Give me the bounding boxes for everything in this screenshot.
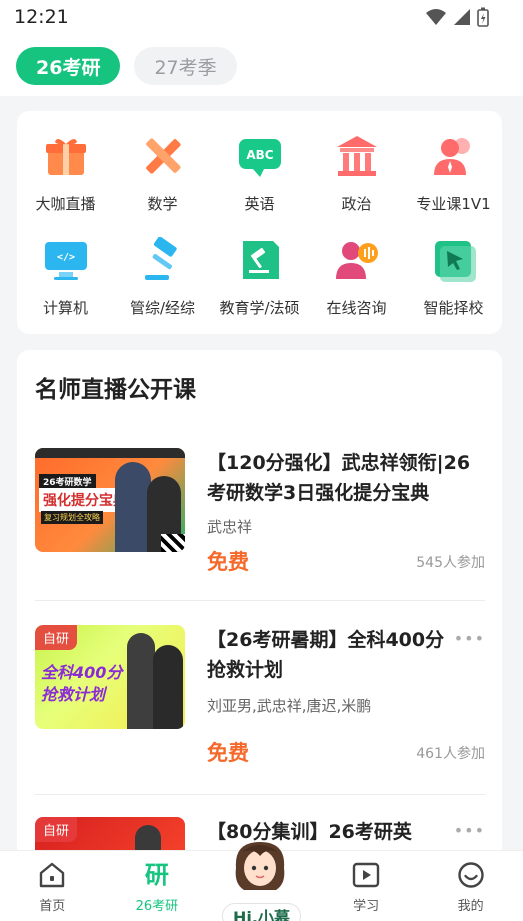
battery-icon: [477, 7, 489, 27]
consult-icon: [335, 242, 378, 279]
thumb-subline: 复习规划全攻略: [41, 511, 103, 524]
smile-icon: [457, 862, 484, 888]
nav-profile[interactable]: 我的: [418, 851, 523, 921]
tab-27kaoji[interactable]: 27考季: [134, 47, 237, 85]
course-item[interactable]: 自研 全科400分 抢救计划 ••• 【26考研暑期】全科400分抢救计划 刘亚…: [35, 625, 485, 775]
app-screen: { "status": { "time": "12:21" }, "top_ta…: [0, 0, 523, 921]
thumb-tag: 26考研数学: [39, 474, 96, 489]
status-icons: [425, 7, 489, 27]
nav-label: 学习: [353, 899, 380, 914]
nav-label: 我的: [457, 899, 484, 914]
grid-item-consult[interactable]: 在线咨询: [308, 223, 405, 327]
status-time: 12:21: [14, 6, 69, 28]
mascot-avatar[interactable]: [226, 838, 294, 898]
course-title: 【120分强化】武忠祥领衔|26考研数学3日强化提分宝典: [207, 452, 471, 504]
thumb-person: [127, 633, 155, 729]
course-author: 武忠祥: [207, 518, 253, 536]
grid-label: 在线咨询: [326, 299, 387, 317]
monitor-code-icon: </>: [44, 242, 87, 280]
grid-label: 数学: [147, 195, 178, 213]
svg-text:ABC: ABC: [246, 148, 273, 162]
law-book-icon: [242, 241, 279, 279]
play-icon: [352, 862, 380, 888]
building-icon: [336, 136, 377, 176]
live-course-card: 名师直播公开课 26考研数学 强化提分宝典 复习规划全攻略 【120分强化】武忠…: [17, 350, 502, 890]
thumb-headline-2: 抢救计划: [41, 685, 106, 704]
gavel-icon: [144, 237, 177, 280]
course-participants: 461人参加: [416, 746, 485, 762]
signal-icon: [454, 9, 470, 25]
grid-item-management[interactable]: 管综/经综: [114, 223, 211, 327]
grid-item-computer[interactable]: </> 计算机: [17, 223, 114, 327]
course-thumbnail: 26考研数学 强化提分宝典 复习规划全攻略: [35, 448, 185, 552]
grid-label: 教育学/法硕: [219, 299, 300, 317]
svg-text:</>: </>: [56, 252, 74, 263]
cursor-icon: [434, 241, 476, 282]
grid-item-english[interactable]: ABC 英语: [211, 119, 308, 223]
course-price: 免费: [207, 741, 249, 765]
divider: [35, 600, 485, 601]
quick-entry-card: 大咖直播 数学 ABC 英语 政治 专业课1V1 </> 计算机 管综/经综 教…: [17, 111, 502, 334]
divider: [35, 794, 485, 795]
thumb-person: [153, 645, 183, 729]
pencil-ruler-icon: [145, 138, 181, 174]
grid-item-math[interactable]: 数学: [114, 119, 211, 223]
nav-kaoyan[interactable]: 研 26考研: [105, 851, 210, 921]
tab-26kaoyan[interactable]: 26考研: [16, 47, 121, 85]
grid-label: 政治: [341, 195, 372, 213]
more-icon[interactable]: •••: [454, 821, 485, 840]
course-title: 【26考研暑期】全科400分抢救计划: [207, 629, 445, 681]
course-price: 免费: [207, 550, 249, 574]
grid-label: 大咖直播: [35, 195, 96, 213]
grid-label: 计算机: [42, 299, 88, 317]
nav-study[interactable]: 学习: [314, 851, 419, 921]
grid-label: 英语: [244, 195, 275, 213]
status-bar: 12:21: [0, 0, 523, 34]
course-item[interactable]: 26考研数学 强化提分宝典 复习规划全攻略 【120分强化】武忠祥领衔|26考研…: [35, 448, 485, 598]
hi-xiaomu-button[interactable]: Hi,小慕: [222, 903, 301, 921]
grid-item-education-law[interactable]: 教育学/法硕: [211, 223, 308, 327]
course-thumbnail: 自研 全科400分 抢救计划: [35, 625, 185, 729]
self-badge: 自研: [35, 817, 78, 842]
section-title: 名师直播公开课: [35, 377, 196, 403]
gift-icon: [45, 138, 86, 175]
tutor-icon: [433, 138, 470, 175]
nav-label: 26考研: [135, 899, 179, 914]
yan-icon: 研: [144, 861, 169, 889]
thumb-person: [115, 462, 151, 552]
nav-home[interactable]: 首页: [0, 851, 105, 921]
home-icon: [40, 862, 65, 888]
course-author: 刘亚男,武忠祥,唐迟,米鹏: [207, 697, 372, 715]
grid-item-politics[interactable]: 政治: [308, 119, 405, 223]
grid-item-live[interactable]: 大咖直播: [17, 119, 114, 223]
grid-label: 智能择校: [423, 299, 484, 317]
wifi-icon: [426, 9, 446, 25]
nav-label: 首页: [39, 899, 66, 914]
top-tab-bar: 26考研 27考季: [0, 34, 523, 96]
abc-chat-icon: ABC: [238, 139, 281, 177]
self-badge: 自研: [35, 625, 78, 650]
course-participants: 545人参加: [416, 555, 485, 571]
thumb-checker: [161, 534, 185, 552]
grid-label: 管综/经综: [129, 299, 196, 317]
more-icon[interactable]: •••: [454, 629, 485, 648]
thumb-headline: 全科400分: [41, 663, 123, 682]
grid-label: 专业课1V1: [416, 195, 491, 213]
grid-item-major-1v1[interactable]: 专业课1V1: [405, 119, 502, 223]
grid-item-school-select[interactable]: 智能择校: [405, 223, 502, 327]
